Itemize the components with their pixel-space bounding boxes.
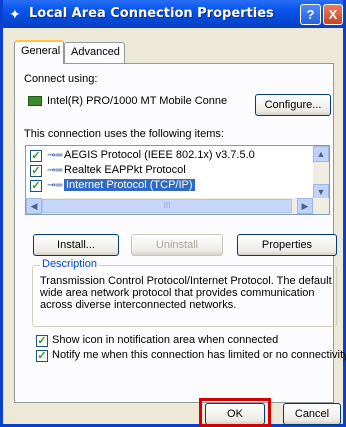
item-checkbox[interactable]: ✓ bbox=[30, 165, 42, 177]
show-icon-checkbox[interactable]: ✓ bbox=[36, 335, 48, 347]
item-checkbox[interactable]: ✓ bbox=[30, 180, 42, 192]
uninstall-button: Uninstall bbox=[131, 234, 223, 256]
notify-label: Notify me when this connection has limit… bbox=[52, 349, 346, 361]
ok-highlight-box bbox=[199, 398, 271, 427]
configure-button[interactable]: Configure... bbox=[255, 94, 331, 116]
item-label: AEGIS Protocol (IEEE 802.1x) v3.7.5.0 bbox=[64, 149, 255, 161]
horizontal-scrollbar[interactable]: ◀ III ▶ bbox=[26, 198, 329, 214]
close-button[interactable]: X bbox=[323, 4, 343, 25]
cancel-button[interactable]: Cancel bbox=[283, 403, 341, 425]
protocol-icon: ⊸═ bbox=[47, 150, 63, 161]
tab-general[interactable]: General bbox=[14, 40, 64, 64]
network-icon: ✦ bbox=[9, 6, 21, 22]
item-label: Realtek EAPPkt Protocol bbox=[64, 164, 186, 176]
protocol-icon: ⊸═ bbox=[47, 165, 63, 176]
network-adapter-icon bbox=[28, 96, 42, 106]
description-title: Description bbox=[40, 258, 100, 270]
tab-advanced[interactable]: Advanced bbox=[64, 42, 125, 64]
description-text: Transmission Control Protocol/Internet P… bbox=[40, 275, 332, 311]
title-bar[interactable]: ✦ Local Area Connection Properties ? X bbox=[3, 0, 343, 28]
items-label: This connection uses the following items… bbox=[24, 128, 224, 140]
scroll-left-icon[interactable]: ◀ bbox=[26, 198, 42, 214]
window-title: Local Area Connection Properties bbox=[29, 6, 274, 21]
scroll-right-icon[interactable]: ▶ bbox=[297, 198, 313, 214]
adapter-field: Intel(R) PRO/1000 MT Mobile Conne bbox=[22, 92, 244, 112]
properties-button[interactable]: Properties bbox=[237, 234, 337, 256]
item-label: Internet Protocol (TCP/IP) bbox=[64, 179, 195, 191]
help-button[interactable]: ? bbox=[300, 4, 321, 25]
vertical-scrollbar[interactable]: ▲ ▼ bbox=[313, 146, 329, 200]
adapter-name: Intel(R) PRO/1000 MT Mobile Conne bbox=[47, 95, 228, 107]
connect-using-label: Connect using: bbox=[24, 73, 98, 85]
notify-checkbox[interactable]: ✓ bbox=[36, 350, 48, 362]
items-list[interactable]: ✓ ⊸═ AEGIS Protocol (IEEE 802.1x) v3.7.5… bbox=[25, 145, 330, 215]
install-button[interactable]: Install... bbox=[33, 234, 119, 256]
scroll-thumb[interactable]: III bbox=[42, 199, 292, 213]
scroll-up-icon[interactable]: ▲ bbox=[313, 146, 329, 162]
show-icon-label: Show icon in notification area when conn… bbox=[52, 334, 279, 346]
protocol-icon: ⊸═ bbox=[47, 180, 63, 191]
item-checkbox[interactable]: ✓ bbox=[30, 150, 42, 162]
